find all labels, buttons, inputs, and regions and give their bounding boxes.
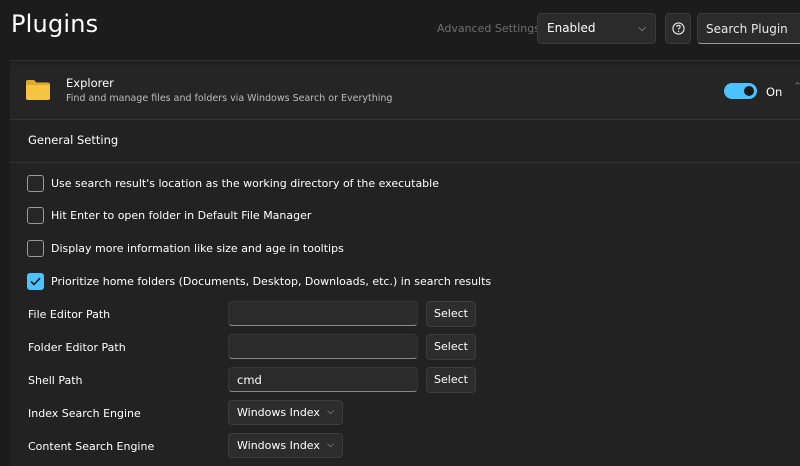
option-label: Display more information like size and a… <box>51 241 344 255</box>
index-search-engine-select[interactable]: Windows Index ⌵ <box>228 400 343 425</box>
folder-editor-path-input[interactable] <box>228 334 418 359</box>
index-search-engine-value: Windows Index <box>237 406 320 419</box>
content-search-engine-select[interactable]: Windows Index ⌵ <box>228 433 343 458</box>
file-editor-select-button[interactable]: Select <box>426 301 476 327</box>
chevron-down-icon: ⌵ <box>327 440 334 450</box>
option-label: Hit Enter to open folder in Default File… <box>51 208 312 222</box>
checkbox-prioritize-home[interactable] <box>27 272 44 290</box>
toggle-state-label: On <box>766 85 783 99</box>
plugin-settings-panel <box>10 60 800 466</box>
advanced-settings-select[interactable]: Enabled ⌵ <box>537 13 656 44</box>
header-bar: Plugins Advanced Settings: Enabled ⌵ <box>0 0 800 60</box>
option-tooltip-info[interactable]: Display more information like size and a… <box>27 239 344 257</box>
section-divider <box>10 162 800 163</box>
file-editor-path-input[interactable] <box>228 301 418 326</box>
chevron-down-icon: ⌵ <box>638 23 646 34</box>
help-button[interactable] <box>665 13 691 44</box>
checkmark-icon <box>30 277 41 286</box>
plugin-enable-toggle[interactable] <box>724 83 757 99</box>
folder-editor-path-label: Folder Editor Path <box>28 341 126 354</box>
plugin-name: Explorer <box>66 76 114 90</box>
advanced-settings-label: Advanced Settings: <box>437 22 544 35</box>
file-editor-path-label: File Editor Path <box>28 308 111 321</box>
plugin-description: Find and manage files and folders via Wi… <box>66 93 393 104</box>
content-search-engine-label: Content Search Engine <box>28 440 155 453</box>
option-working-directory[interactable]: Use search result's location as the work… <box>27 174 439 192</box>
folder-icon <box>26 80 50 100</box>
shell-path-input[interactable] <box>228 367 418 392</box>
index-search-engine-label: Index Search Engine <box>28 407 141 420</box>
checkbox-default-file-manager[interactable] <box>27 206 44 224</box>
advanced-settings-value: Enabled <box>547 21 596 35</box>
option-default-file-manager[interactable]: Hit Enter to open folder in Default File… <box>27 206 311 224</box>
checkbox-working-directory[interactable] <box>27 174 44 192</box>
option-label: Use search result's location as the work… <box>51 176 439 190</box>
content-search-engine-value: Windows Index <box>237 439 320 452</box>
checkbox-tooltip-info[interactable] <box>27 239 44 257</box>
toggle-knob <box>744 86 754 96</box>
page-title: Plugins <box>11 10 99 38</box>
shell-path-select-button[interactable]: Select <box>426 367 476 393</box>
option-label: Prioritize home folders (Documents, Desk… <box>51 274 492 288</box>
search-plugin-input[interactable] <box>697 13 800 44</box>
question-icon <box>671 22 685 35</box>
option-prioritize-home[interactable]: Prioritize home folders (Documents, Desk… <box>27 272 491 290</box>
folder-editor-select-button[interactable]: Select <box>426 334 476 360</box>
plugin-row-explorer[interactable]: Explorer Find and manage files and folde… <box>10 66 800 120</box>
general-setting-heading: General Setting <box>28 133 119 147</box>
chevron-up-icon[interactable]: ⌃ <box>793 80 800 93</box>
chevron-down-icon: ⌵ <box>327 407 334 417</box>
shell-path-label: Shell Path <box>28 374 83 387</box>
